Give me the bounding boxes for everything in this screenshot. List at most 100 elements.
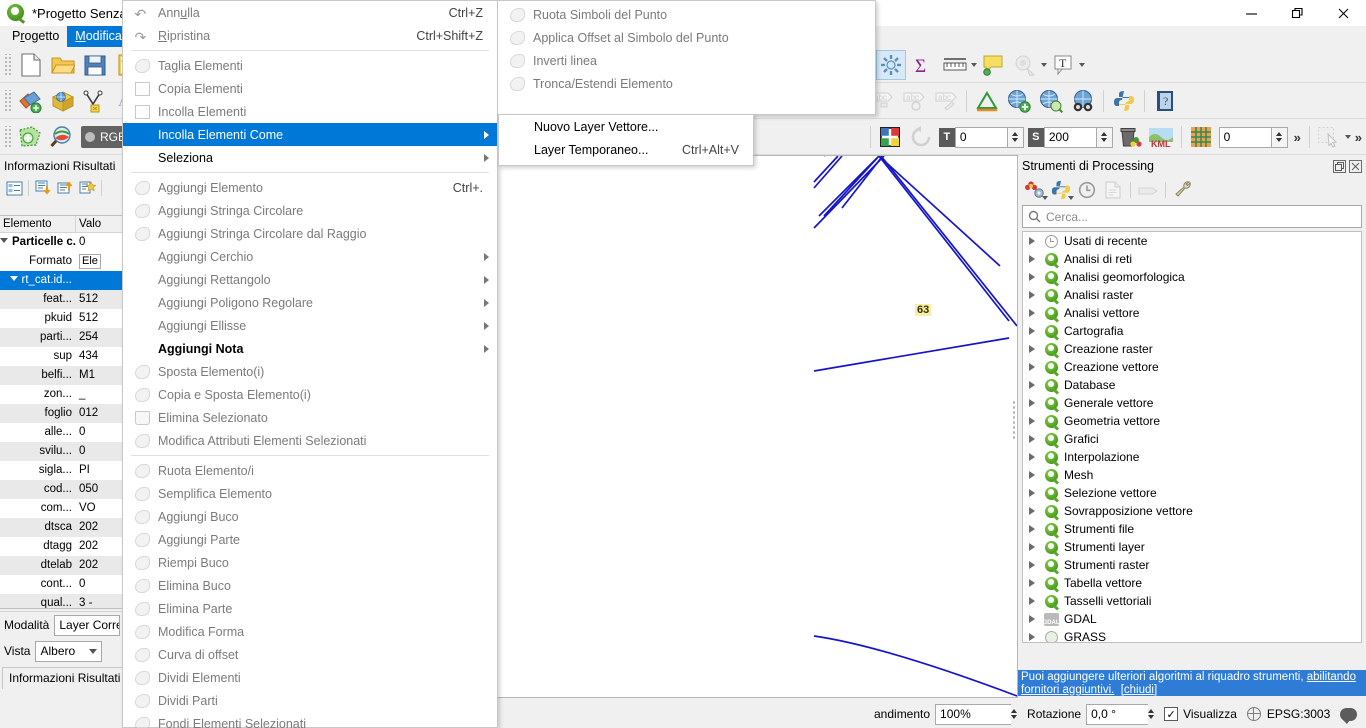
processing-search-input[interactable]: Cerca... <box>1022 205 1362 228</box>
menu-item-aggiungi-ellisse[interactable]: Aggiungi Ellisse <box>123 314 497 337</box>
expand-all-icon[interactable] <box>54 177 76 199</box>
menu-item-dividi-elementi[interactable]: Dividi Elementi <box>123 666 497 689</box>
open-project-icon[interactable] <box>48 50 78 80</box>
scale-steppers[interactable] <box>1095 126 1113 148</box>
raster-calculator-icon[interactable] <box>876 122 905 152</box>
tree-item-generale-vettore[interactable]: Generale vettore <box>1023 394 1361 412</box>
processing-algorithms-tree[interactable]: Usati di recente Analisi di reti Analisi g… <box>1022 231 1362 643</box>
chevron-right-icon[interactable] <box>1029 327 1035 335</box>
menu-item-annulla[interactable]: ↶ Annulla Ctrl+Z <box>123 1 497 24</box>
menu-progetto[interactable]: Progetto <box>4 26 67 47</box>
select-dropdown-icon[interactable] <box>1344 135 1351 139</box>
messages-log-button[interactable] <box>1340 707 1358 724</box>
menu-item-aggiungi-rettangolo[interactable]: Aggiungi Rettangolo <box>123 268 497 291</box>
map-tips-icon[interactable] <box>978 50 1008 80</box>
menu-item-aggiungi-stringa-circolare-dal-raggio[interactable]: Aggiungi Stringa Circolare dal Raggio <box>123 222 497 245</box>
menu-item-semplifica-elemento[interactable]: Semplifica Elemento <box>123 482 497 505</box>
tree-item-database[interactable]: Database <box>1023 376 1361 394</box>
transparency-steppers[interactable] <box>1006 126 1024 148</box>
annotation-dropdown-icon[interactable] <box>1079 63 1085 67</box>
menu-item-taglia-elementi[interactable]: Taglia Elementi <box>123 54 497 77</box>
chevron-right-icon[interactable] <box>1029 543 1035 551</box>
chevron-right-icon[interactable] <box>1029 237 1035 245</box>
menu-modifica[interactable]: Modifica <box>67 26 130 47</box>
rotation-status-input[interactable] <box>1086 703 1149 725</box>
render-toggle-group[interactable]: ✓ Visualizza <box>1164 707 1237 721</box>
tree-item-analisi-raster[interactable]: Analisi raster <box>1023 286 1361 304</box>
chevron-right-icon[interactable] <box>1029 273 1035 281</box>
table-row[interactable]: Particelle c... 0 <box>0 233 122 252</box>
menu-incolla-come-submenu[interactable]: Nuovo Layer Vettore... Layer Temporaneo..… <box>498 114 754 166</box>
menu-item-seleziona[interactable]: Seleziona <box>123 146 497 169</box>
menu-modifica-right-column[interactable]: Ruota Simboli del Punto Applica Offset al… <box>498 0 876 115</box>
transparency-input[interactable] <box>954 126 1007 148</box>
tree-item-gdal[interactable]: GDAL GDAL <box>1023 610 1361 628</box>
table-row[interactable]: com... VO <box>0 499 122 518</box>
table-row[interactable]: parti... 254 <box>0 328 122 347</box>
grid-spinbox[interactable] <box>1218 126 1288 148</box>
grid-input[interactable] <box>1218 126 1271 148</box>
chevron-right-icon[interactable] <box>1029 597 1035 605</box>
close-panel-button[interactable] <box>1349 159 1362 173</box>
chevron-right-icon[interactable] <box>1029 435 1035 443</box>
refresh-icon[interactable] <box>907 122 936 152</box>
identify-attribute-table[interactable]: Elemento Valo Particelle c... 0 Formato Ele… <box>0 215 123 609</box>
scale-status-input[interactable] <box>935 703 1012 725</box>
format-combo[interactable]: Ele <box>79 254 101 269</box>
tree-item-analisi-vettore[interactable]: Analisi vettore <box>1023 304 1361 322</box>
table-row[interactable]: zon... _ <box>0 385 122 404</box>
scale-spinbox[interactable]: S <box>1027 126 1113 148</box>
help-icon[interactable]: ? <box>1150 86 1180 116</box>
add-raster-layer-icon[interactable] <box>48 86 78 116</box>
menu-item-sposta-elemento-i[interactable]: Sposta Elemento(i) <box>123 360 497 383</box>
menu-item-elimina-buco[interactable]: Elimina Buco <box>123 574 497 597</box>
table-row[interactable]: dtsca 202 <box>0 518 122 537</box>
tree-item-strumenti-file[interactable]: Strumenti file <box>1023 520 1361 538</box>
expander-triangle-icon[interactable] <box>9 276 18 281</box>
tree-item-grafici[interactable]: Grafici <box>1023 430 1361 448</box>
tree-item-grass[interactable]: GRASS <box>1023 628 1361 642</box>
minimize-button[interactable] <box>1228 0 1274 26</box>
table-row[interactable]: qual... 3 - <box>0 594 122 608</box>
chevron-right-icon[interactable] <box>1029 489 1035 497</box>
view-combo[interactable]: Albero <box>35 640 103 662</box>
chevron-right-icon[interactable] <box>1029 579 1035 587</box>
chevron-right-icon[interactable] <box>1029 309 1035 317</box>
tree-item-tabella-vettore[interactable]: Tabella vettore <box>1023 574 1361 592</box>
chevron-right-icon[interactable] <box>1029 255 1035 263</box>
history-clock-icon[interactable] <box>1074 178 1100 202</box>
search-wms-layer-icon[interactable] <box>1036 86 1066 116</box>
menu-item-elimina-selezionato[interactable]: Elimina Selezionato <box>123 406 497 429</box>
toolbar-grip[interactable] <box>3 125 12 148</box>
chevron-right-icon[interactable] <box>1029 507 1035 515</box>
triangle-tool-icon[interactable] <box>972 86 1002 116</box>
table-row[interactable]: alle... 0 <box>0 423 122 442</box>
zoom-layer-icon[interactable] <box>48 122 78 152</box>
menu-item-aggiungi-poligono-regolare[interactable]: Aggiungi Poligono Regolare <box>123 291 497 314</box>
close-button[interactable] <box>1320 0 1366 26</box>
bookmarks-dropdown-icon[interactable] <box>1041 63 1047 67</box>
tree-item-creazione-vettore[interactable]: Creazione vettore <box>1023 358 1361 376</box>
processing-toolbox-icon[interactable] <box>876 50 906 80</box>
submenu-item-nuovo-layer-vettore[interactable]: Nuovo Layer Vettore... <box>499 115 753 138</box>
expand-tree-icon[interactable] <box>3 177 25 199</box>
models-icon[interactable] <box>1022 178 1048 202</box>
table-row[interactable]: sup 434 <box>0 347 122 366</box>
measure-dropdown-icon[interactable] <box>971 63 977 67</box>
menu-item-ruota-elemento-i[interactable]: Ruota Elemento/i <box>123 459 497 482</box>
menu-item-inverti-linea[interactable]: Inverti linea <box>498 49 875 72</box>
tree-item-tasselli-vettoriali[interactable]: Tasselli vettoriali <box>1023 592 1361 610</box>
rotation-status-spin[interactable] <box>1086 703 1155 725</box>
toolbar-grip[interactable] <box>3 89 12 112</box>
chevron-right-icon[interactable] <box>1029 345 1035 353</box>
menu-item-modifica-attributi-elementi-selezionati[interactable]: Modifica Attributi Elementi Selezionati <box>123 429 497 452</box>
python-scripts-icon[interactable] <box>1048 178 1074 202</box>
menu-item-aggiungi-parte[interactable]: Aggiungi Parte <box>123 528 497 551</box>
chevron-right-icon[interactable] <box>1029 417 1035 425</box>
render-checkbox[interactable]: ✓ <box>1164 707 1179 721</box>
menu-item-applica-offset-al-simbolo-del-punto[interactable]: Applica Offset al Simbolo del Punto <box>498 26 875 49</box>
float-panel-button[interactable] <box>1333 159 1346 173</box>
chevron-right-icon[interactable] <box>1029 525 1035 533</box>
menu-item-curva-di-offset[interactable]: Curva di offset <box>123 643 497 666</box>
tab-informazioni-risultati[interactable]: Informazioni Risultati <box>2 667 128 689</box>
